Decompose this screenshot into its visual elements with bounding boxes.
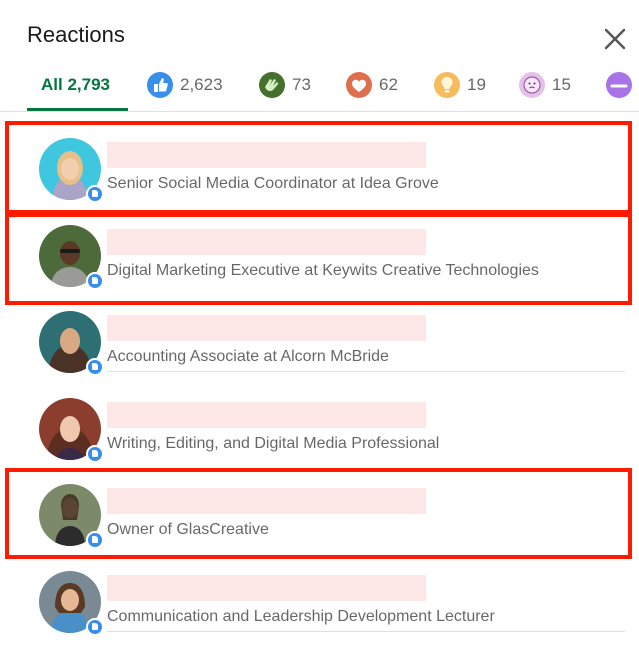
person-headline: Accounting Associate at Alcorn McBride	[107, 348, 389, 366]
active-tab-indicator	[27, 108, 128, 111]
highlight-box	[5, 121, 632, 214]
reaction-tabs: All 2,793 2,623 73 62 19 15	[0, 58, 639, 111]
tab-like-count: 2,623	[180, 74, 223, 94]
redacted-name[interactable]	[107, 574, 426, 601]
tab-support[interactable]	[605, 58, 633, 111]
tab-all-label: All 2,793	[41, 74, 110, 94]
dialog-header: Reactions All 2,793 2,623 73 62 19 15	[0, 0, 639, 112]
redacted-name[interactable]	[107, 401, 426, 428]
redacted-name[interactable]	[107, 315, 426, 342]
tab-celebrate-count: 73	[292, 74, 311, 94]
celebrate-icon	[259, 71, 285, 98]
dialog-title: Reactions	[27, 22, 125, 47]
tab-curious-count: 15	[552, 74, 571, 94]
tab-all[interactable]: All 2,793	[27, 58, 128, 111]
curious-icon	[519, 71, 545, 98]
support-icon	[606, 71, 632, 98]
tab-curious[interactable]: 15	[518, 58, 571, 111]
close-icon[interactable]	[598, 22, 632, 56]
tab-like[interactable]: 2,623	[146, 58, 223, 111]
person-headline: Writing, Editing, and Digital Media Prof…	[107, 434, 440, 452]
insightful-icon	[434, 71, 460, 98]
tab-insightful[interactable]: 19	[433, 58, 486, 111]
like-icon	[147, 71, 173, 98]
tab-celebrate[interactable]: 73	[258, 58, 311, 111]
tab-love-count: 62	[379, 74, 398, 94]
tab-love[interactable]: 62	[345, 58, 398, 111]
like-badge-icon	[86, 617, 104, 636]
highlight-box	[5, 213, 632, 305]
reactor-row[interactable]: Writing, Editing, and Digital Media Prof…	[0, 372, 639, 463]
love-icon	[346, 71, 372, 98]
person-headline: Communication and Leadership Development…	[107, 607, 495, 625]
row-divider	[107, 630, 625, 632]
tab-insightful-count: 19	[467, 74, 486, 94]
highlight-box	[5, 468, 632, 559]
